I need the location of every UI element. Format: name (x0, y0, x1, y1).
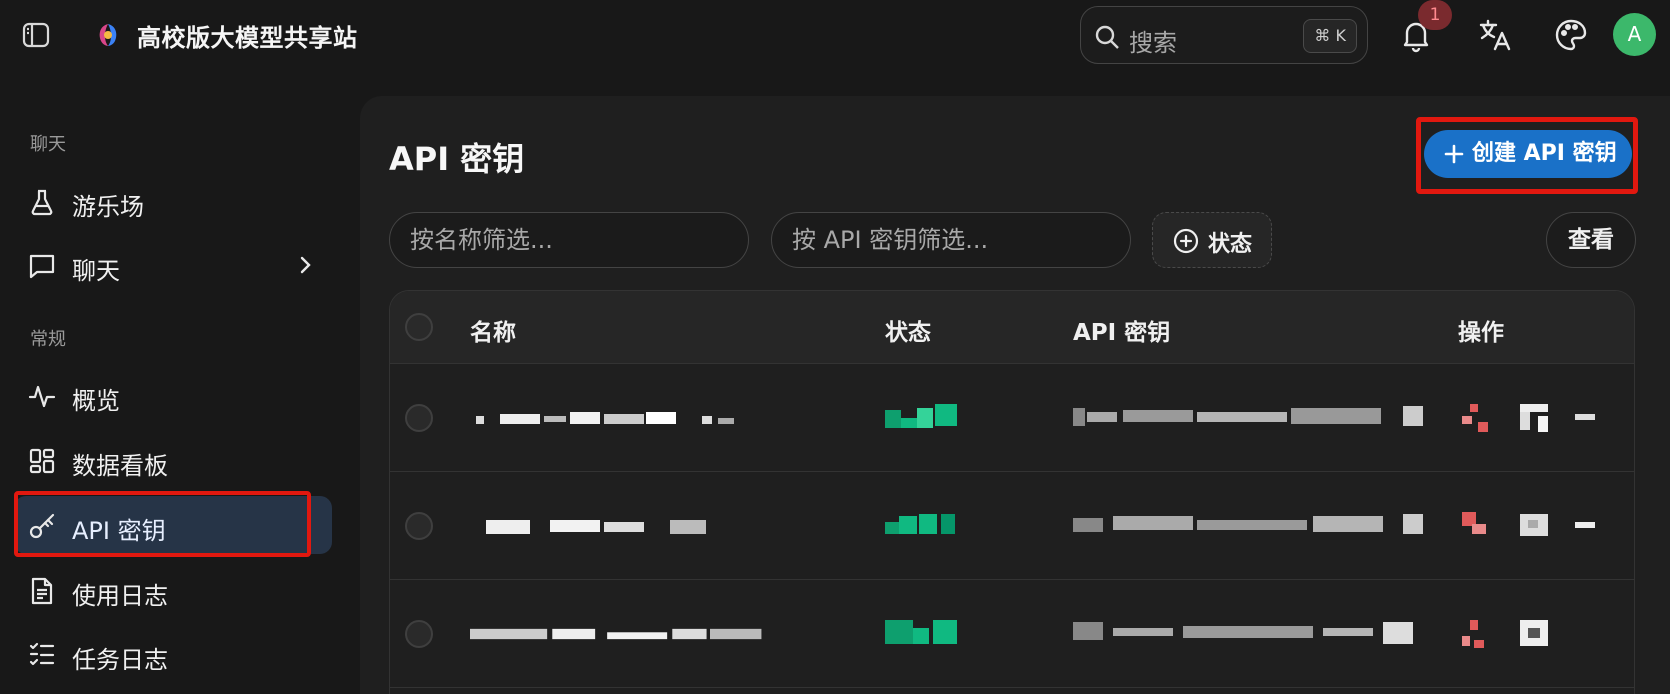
app-title: 高校版大模型共享站 (137, 24, 358, 52)
column-header-status: 状态 (885, 320, 931, 346)
redacted-status-badge (885, 514, 955, 534)
delete-icon[interactable] (1462, 402, 1490, 432)
sidebar-item-usage-logs[interactable]: 使用日志 (14, 561, 332, 619)
redacted-api-key (1073, 514, 1423, 534)
redacted-name (486, 520, 706, 534)
list-checks-icon (29, 642, 55, 666)
sidebar-item-dashboard[interactable]: 数据看板 (14, 431, 332, 489)
table-row[interactable] (390, 364, 1634, 472)
search-icon (1095, 25, 1119, 49)
sidebar-item-task-logs[interactable]: 任务日志 (14, 625, 332, 683)
activity-icon (28, 385, 56, 408)
sidebar-item-label: 使用日志 (72, 582, 168, 610)
more-options-icon[interactable] (1575, 520, 1595, 530)
copy-icon[interactable] (1518, 402, 1550, 432)
notification-badge: 1 (1418, 0, 1452, 30)
select-all-checkbox[interactable] (405, 313, 433, 341)
sidebar-item-playground[interactable]: 游乐场 (14, 172, 332, 230)
sidebar-item-label: 聊天 (72, 257, 120, 285)
search-input[interactable]: 搜索 ⌘ K (1080, 6, 1368, 64)
sidebar-item-chat[interactable]: 聊天 (14, 236, 332, 294)
chevron-right-icon (300, 256, 311, 274)
column-header-actions: 操作 (1458, 320, 1504, 346)
filter-by-name-input[interactable] (389, 212, 749, 268)
page-title: API 密钥 (389, 140, 525, 178)
sidebar-item-label: 任务日志 (72, 646, 168, 674)
redacted-name (470, 628, 762, 640)
message-square-icon (29, 254, 55, 279)
create-api-key-button[interactable]: 创建 API 密钥 (1424, 130, 1632, 178)
sidebar-item-label: 数据看板 (72, 452, 168, 480)
top-bar: 高校版大模型共享站 搜索 ⌘ K 1 A (0, 0, 1670, 72)
sidebar-toggle-icon[interactable] (22, 22, 50, 48)
filter-by-key-input[interactable] (771, 212, 1131, 268)
column-header-api-key: API 密钥 (1073, 320, 1171, 346)
table-row[interactable] (390, 580, 1634, 688)
delete-icon[interactable] (1462, 618, 1490, 648)
logo-icon (99, 24, 117, 46)
plus-circle-icon (1173, 228, 1199, 254)
column-header-name: 名称 (470, 320, 516, 346)
redacted-status-badge (885, 404, 957, 428)
flask-icon (31, 189, 53, 216)
sidebar-section-general: 常规 (30, 329, 66, 350)
key-icon (29, 513, 55, 539)
sidebar-item-api-keys[interactable]: API 密钥 (14, 496, 332, 554)
table-row[interactable] (390, 472, 1634, 580)
row-checkbox[interactable] (405, 620, 433, 648)
redacted-api-key (1073, 406, 1423, 426)
sidebar-item-overview[interactable]: 概览 (14, 366, 332, 424)
api-keys-table: 名称 状态 API 密钥 操作 (389, 290, 1635, 694)
translate-icon[interactable] (1477, 17, 1513, 53)
search-placeholder: 搜索 (1129, 29, 1177, 57)
create-api-key-label: 创建 API 密钥 (1472, 141, 1617, 166)
sidebar-item-label: 概览 (72, 387, 120, 415)
more-options-icon[interactable] (1575, 412, 1595, 422)
plus-icon (1444, 144, 1464, 164)
status-filter-label: 状态 (1208, 232, 1253, 257)
copy-icon[interactable] (1518, 618, 1550, 648)
avatar[interactable]: A (1613, 13, 1656, 56)
row-checkbox[interactable] (405, 512, 433, 540)
sidebar-item-label: API 密钥 (72, 517, 166, 545)
palette-icon[interactable] (1553, 17, 1589, 53)
dashboard-grid-icon (29, 448, 55, 474)
delete-icon[interactable] (1462, 510, 1490, 540)
table-header: 名称 状态 API 密钥 操作 (390, 291, 1634, 364)
redacted-api-key (1073, 622, 1413, 644)
redacted-status-badge (885, 620, 957, 644)
sidebar-item-label: 游乐场 (72, 193, 144, 221)
view-options-button[interactable]: 查看 (1546, 212, 1636, 268)
file-text-icon (31, 577, 53, 605)
sidebar-section-chat: 聊天 (30, 134, 66, 155)
copy-icon[interactable] (1518, 510, 1550, 540)
redacted-name (476, 412, 734, 424)
status-filter-button[interactable]: 状态 (1152, 212, 1272, 268)
row-checkbox[interactable] (405, 404, 433, 432)
search-shortcut-badge: ⌘ K (1303, 19, 1357, 53)
